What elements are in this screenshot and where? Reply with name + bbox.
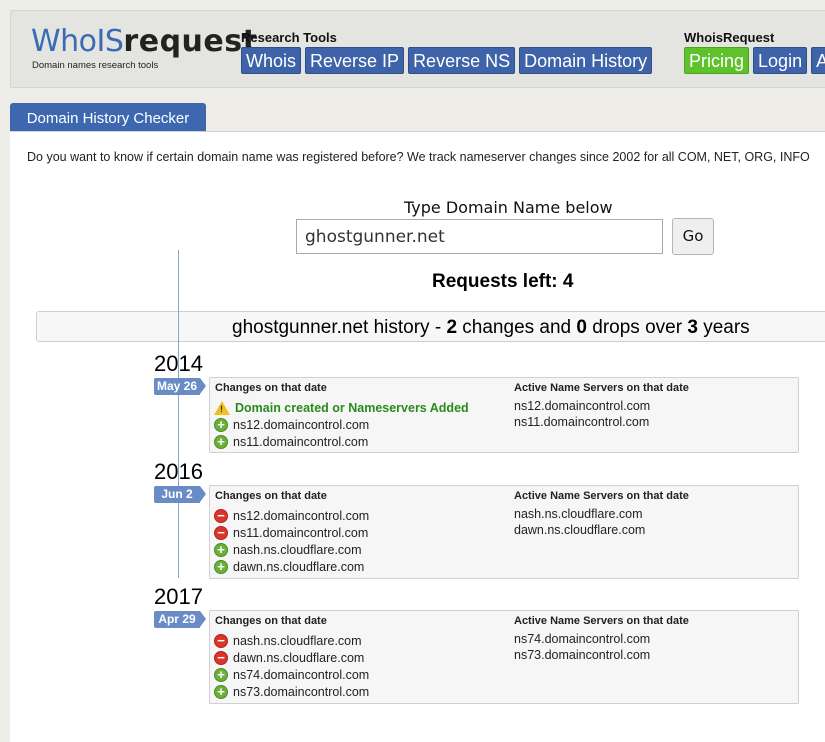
changes-list: ! Domain created or Nameservers Added + ns… <box>214 399 469 450</box>
plus-icon: + <box>214 667 228 682</box>
minus-icon: − <box>214 633 228 648</box>
domain-input-label: Type Domain Name below <box>404 198 613 217</box>
reverse-ns-button[interactable]: Reverse NS <box>408 47 516 74</box>
history-card: Changes on that date Active Name Servers… <box>209 610 799 704</box>
history-card: Changes on that date Active Name Servers… <box>209 377 799 453</box>
changes-header: Changes on that date <box>215 382 327 394</box>
date-tag: Jun 2 <box>154 486 206 503</box>
date-tag: Apr 29 <box>154 611 206 628</box>
timeline-line <box>178 250 179 578</box>
year-heading: 2016 <box>154 459 203 484</box>
research-tools-nav: Whois Reverse IP Reverse NS Domain Histo… <box>241 47 653 74</box>
history-card: Changes on that date Active Name Servers… <box>209 485 799 579</box>
active-ns-list: ns12.domaincontrol.com ns11.domaincontro… <box>514 399 650 431</box>
change-added: + ns11.domaincontrol.com <box>214 433 469 450</box>
change-removed: − nash.ns.cloudflare.com <box>214 632 369 649</box>
go-button[interactable]: Go <box>672 218 714 255</box>
active-ns-header: Active Name Servers on that date <box>514 490 689 502</box>
account-button[interactable]: A <box>811 47 825 74</box>
active-ns: dawn.ns.cloudflare.com <box>514 523 646 537</box>
change-added: + ns73.domaincontrol.com <box>214 683 369 700</box>
minus-icon: − <box>214 525 228 540</box>
research-tools-title: Research Tools <box>241 30 337 45</box>
changes-header: Changes on that date <box>215 490 327 502</box>
change-added: + dawn.ns.cloudflare.com <box>214 558 369 575</box>
requests-left-count: 4 <box>562 271 574 292</box>
tab-domain-history-checker[interactable]: Domain History Checker <box>10 103 206 132</box>
changes-header: Changes on that date <box>215 615 327 627</box>
date-tag: May 26 <box>154 378 206 395</box>
logo-wordmark: WhoISrequest <box>31 24 258 59</box>
whois-button[interactable]: Whois <box>241 47 302 74</box>
whoisrequest-title: WhoisRequest <box>684 30 775 45</box>
year-heading: 2014 <box>154 351 203 376</box>
domain-input[interactable] <box>296 219 663 254</box>
active-ns-header: Active Name Servers on that date <box>514 615 689 627</box>
account-nav: Pricing Login A <box>684 47 825 74</box>
changes-list: − nash.ns.cloudflare.com − dawn.ns.cloudfl… <box>214 632 369 700</box>
active-ns-list: nash.ns.cloudflare.com dawn.ns.cloudflar… <box>514 507 645 539</box>
change-created: ! Domain created or Nameservers Added <box>214 399 469 416</box>
change-added: + nash.ns.cloudflare.com <box>214 541 369 558</box>
plus-icon: + <box>214 542 228 557</box>
active-ns: nash.ns.cloudflare.com <box>514 507 643 521</box>
summary-text: ghostgunner.net history - 2 changes and … <box>232 317 750 338</box>
change-removed: − dawn.ns.cloudflare.com <box>214 649 369 666</box>
minus-icon: − <box>214 508 228 523</box>
site-header: WhoISrequest Domain names research tools… <box>10 10 825 88</box>
active-ns: ns74.domaincontrol.com <box>514 632 651 646</box>
warning-icon: ! <box>214 400 230 415</box>
plus-icon: + <box>214 434 228 449</box>
year-heading: 2017 <box>154 584 203 609</box>
active-ns-list: ns74.domaincontrol.com ns73.domaincontro… <box>514 632 650 664</box>
history-summary: ghostgunner.net history - 2 changes and … <box>36 311 825 342</box>
active-ns: ns11.domaincontrol.com <box>514 415 650 429</box>
site-logo[interactable]: WhoISrequest Domain names research tools <box>31 24 258 72</box>
change-removed: − ns12.domaincontrol.com <box>214 507 369 524</box>
active-ns: ns73.domaincontrol.com <box>514 648 651 662</box>
plus-icon: + <box>214 684 228 699</box>
plus-icon: + <box>214 417 228 432</box>
minus-icon: − <box>214 650 228 665</box>
requests-left: Requests left: 4 <box>432 271 574 292</box>
changes-list: − ns12.domaincontrol.com − ns11.domaincont… <box>214 507 369 575</box>
change-added: + ns74.domaincontrol.com <box>214 666 369 683</box>
logo-tagline: Domain names research tools <box>32 60 159 71</box>
change-added: + ns12.domaincontrol.com <box>214 416 469 433</box>
intro-text: Do you want to know if certain domain na… <box>27 150 810 164</box>
pricing-button[interactable]: Pricing <box>684 47 750 74</box>
change-removed: − ns11.domaincontrol.com <box>214 524 369 541</box>
domain-history-button[interactable]: Domain History <box>519 47 653 74</box>
plus-icon: + <box>214 559 228 574</box>
login-button[interactable]: Login <box>753 47 808 74</box>
active-ns-header: Active Name Servers on that date <box>514 382 689 394</box>
reverse-ip-button[interactable]: Reverse IP <box>305 47 405 74</box>
active-ns: ns12.domaincontrol.com <box>514 399 651 413</box>
